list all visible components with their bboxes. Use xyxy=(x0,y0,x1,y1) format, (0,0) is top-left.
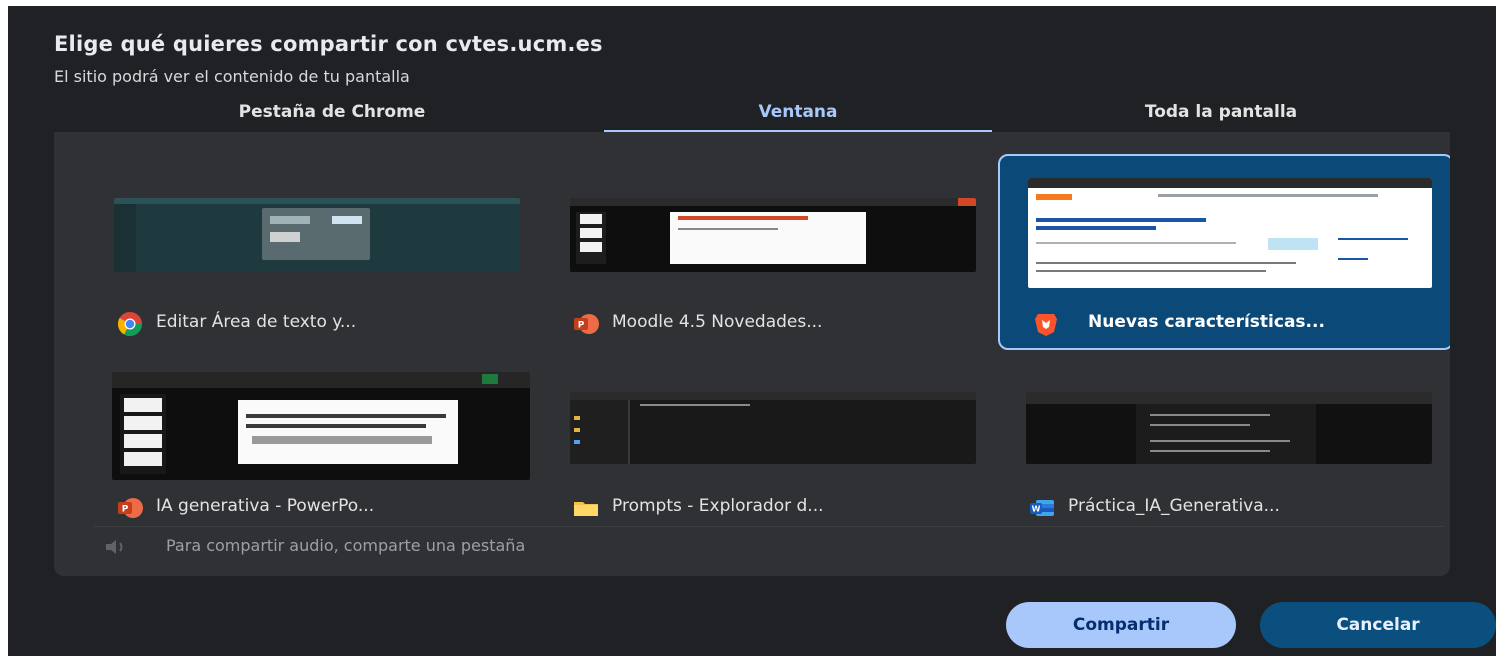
svg-text:W: W xyxy=(1032,505,1041,514)
window-card[interactable]: Prompts - Explorador d... xyxy=(520,364,976,524)
tab-entire-screen[interactable]: Toda la pantalla xyxy=(992,102,1450,134)
powerpoint-icon: P xyxy=(574,314,599,334)
tab-chrome-tab[interactable]: Pestaña de Chrome xyxy=(54,102,610,134)
window-title: Práctica_IA_Generativa... xyxy=(1068,496,1280,516)
share-button[interactable]: Compartir xyxy=(1006,602,1236,648)
dialog-subtitle: El sitio podrá ver el contenido de tu pa… xyxy=(54,67,410,86)
window-card-selected[interactable]: Nuevas características... xyxy=(998,154,1450,350)
window-thumbnail xyxy=(570,198,976,272)
window-card[interactable]: P Moodle 4.5 Novedades... xyxy=(520,152,976,352)
window-thumbnail xyxy=(570,392,976,464)
window-list-panel: Editar Área de texto y... P Moodle 4.5 N… xyxy=(54,132,1450,576)
window-title: Nuevas características... xyxy=(1088,312,1325,332)
window-thumbnail xyxy=(112,372,530,480)
cancel-button[interactable]: Cancelar xyxy=(1260,602,1496,648)
word-icon: W xyxy=(1030,500,1054,516)
share-source-tabs: Pestaña de Chrome Ventana Toda la pantal… xyxy=(54,102,1450,134)
powerpoint-icon: P xyxy=(118,498,143,518)
window-card[interactable]: Editar Área de texto y... xyxy=(66,152,520,352)
window-thumbnail xyxy=(1026,392,1432,464)
folder-icon xyxy=(574,502,598,516)
share-screen-dialog: Elige qué quieres compartir con cvtes.uc… xyxy=(8,6,1496,656)
chrome-icon xyxy=(117,312,142,337)
dialog-title: Elige qué quieres compartir con cvtes.uc… xyxy=(54,32,603,56)
window-title: Editar Área de texto y... xyxy=(156,312,357,332)
svg-text:P: P xyxy=(122,505,129,515)
audio-share-text: Para compartir audio, comparte una pesta… xyxy=(166,536,526,555)
window-grid[interactable]: Editar Área de texto y... P Moodle 4.5 N… xyxy=(54,132,1450,524)
window-card[interactable]: P IA generativa - PowerPo... xyxy=(66,364,530,524)
window-title: Moodle 4.5 Novedades... xyxy=(612,312,823,332)
window-title: IA generativa - PowerPo... xyxy=(156,496,375,516)
speaker-muted-icon xyxy=(106,540,123,554)
svg-text:P: P xyxy=(578,321,585,331)
brave-icon xyxy=(1035,314,1057,336)
window-card[interactable]: W Práctica_IA_Generativa... xyxy=(974,364,1432,524)
audio-share-notice: Para compartir audio, comparte una pesta… xyxy=(94,526,1444,566)
window-thumbnail xyxy=(114,198,520,272)
window-title: Prompts - Explorador d... xyxy=(612,496,824,516)
window-thumbnail xyxy=(1028,178,1432,288)
